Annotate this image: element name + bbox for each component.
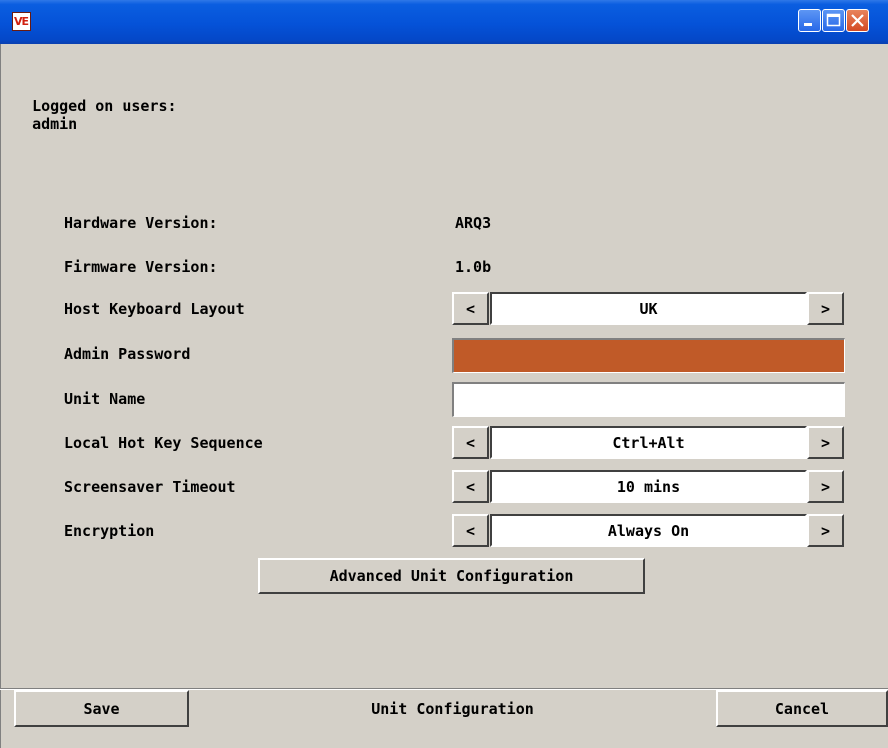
screensaver-timeout-next-button[interactable]: >	[807, 470, 844, 503]
screensaver-timeout-prev-button[interactable]: <	[452, 470, 489, 503]
cancel-button[interactable]: Cancel	[716, 690, 888, 727]
minimize-button[interactable]	[798, 9, 821, 32]
chevron-right-icon: >	[820, 433, 831, 452]
chevron-right-icon: >	[820, 299, 831, 318]
chevron-right-icon: >	[820, 477, 831, 496]
host-keyboard-layout-value: UK	[490, 292, 807, 325]
chevron-left-icon: <	[465, 521, 476, 540]
encryption-label: Encryption	[64, 522, 155, 540]
admin-password-field[interactable]	[452, 338, 845, 373]
chevron-left-icon: <	[465, 477, 476, 496]
chevron-right-icon: >	[820, 521, 831, 540]
maximize-button[interactable]	[822, 9, 845, 32]
local-hot-key-next-button[interactable]: >	[807, 426, 844, 459]
minimize-icon	[804, 23, 812, 26]
save-button[interactable]: Save	[14, 690, 189, 727]
encryption-value: Always On	[490, 514, 807, 547]
app-icon[interactable]: VE	[12, 12, 31, 31]
advanced-unit-configuration-button[interactable]: Advanced Unit Configuration	[258, 558, 645, 594]
unit-name-field[interactable]	[452, 382, 845, 417]
admin-password-label: Admin Password	[64, 345, 191, 363]
unit-name-label: Unit Name	[64, 390, 146, 408]
page-title: Unit Configuration	[371, 699, 534, 718]
close-icon	[851, 14, 864, 27]
host-keyboard-layout-prev-button[interactable]: <	[452, 292, 489, 325]
close-button[interactable]	[846, 9, 869, 32]
logged-on-label: Logged on users:	[32, 97, 177, 115]
maximize-icon	[826, 13, 841, 27]
local-hot-key-prev-button[interactable]: <	[452, 426, 489, 459]
window-left-edge	[0, 44, 1, 748]
logged-on-user: admin	[32, 115, 78, 133]
chevron-left-icon: <	[465, 433, 476, 452]
firmware-version-value: 1.0b	[455, 258, 492, 276]
screensaver-timeout-value: 10 mins	[490, 470, 807, 503]
host-keyboard-layout-label: Host Keyboard Layout	[64, 300, 245, 318]
chevron-left-icon: <	[465, 299, 476, 318]
local-hot-key-value: Ctrl+Alt	[490, 426, 807, 459]
host-keyboard-layout-next-button[interactable]: >	[807, 292, 844, 325]
screensaver-timeout-label: Screensaver Timeout	[64, 478, 236, 496]
hardware-version-label: Hardware Version:	[64, 214, 218, 232]
app-icon-text: VE	[14, 15, 29, 28]
hardware-version-value: ARQ3	[455, 214, 492, 232]
title-bar[interactable]: VE	[0, 0, 888, 44]
logged-on-users: Logged on users: admin	[14, 79, 177, 133]
encryption-prev-button[interactable]: <	[452, 514, 489, 547]
local-hot-key-label: Local Hot Key Sequence	[64, 434, 263, 452]
firmware-version-label: Firmware Version:	[64, 258, 218, 276]
encryption-next-button[interactable]: >	[807, 514, 844, 547]
